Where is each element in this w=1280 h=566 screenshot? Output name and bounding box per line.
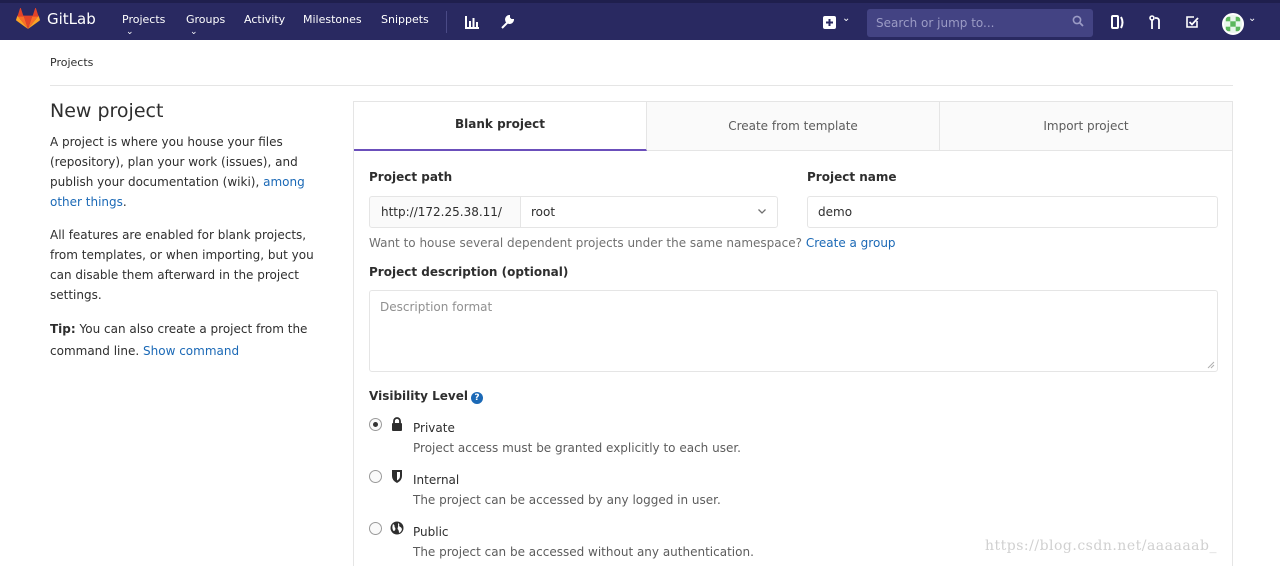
globe-icon: [390, 521, 404, 535]
tip-label: Tip:: [50, 322, 76, 336]
namespace-help-text: Want to house several dependent projects…: [369, 236, 806, 250]
gitlab-fox-icon: [16, 8, 40, 29]
chevron-down-icon: [758, 209, 766, 214]
create-group-link[interactable]: Create a group: [806, 236, 896, 250]
visibility-public-radio[interactable]: [369, 522, 382, 535]
project-path-prefix: http://172.25.38.11/: [369, 196, 521, 228]
chart-icon[interactable]: [465, 16, 479, 29]
visibility-internal-title: Internal: [413, 473, 460, 487]
top-navbar: GitLab Projects ⌄ Groups ⌄ Activity Mile…: [0, 0, 1280, 40]
resize-grip-icon[interactable]: [1207, 361, 1215, 369]
tip-paragraph: Tip: You can also create a project from …: [50, 318, 315, 362]
breadcrumb[interactable]: Projects: [50, 56, 93, 69]
visibility-public-desc: The project can be accessed without any …: [413, 545, 754, 559]
question-circle-icon[interactable]: ?: [470, 392, 483, 404]
identicon-icon: [1225, 16, 1241, 32]
show-command-link[interactable]: Show command: [143, 344, 239, 358]
shield-icon: [392, 470, 402, 483]
nav-snippets[interactable]: Snippets: [381, 13, 429, 26]
project-description-textarea[interactable]: Description format: [369, 290, 1218, 372]
gitlab-wordmark: GitLab: [47, 10, 96, 28]
namespace-select[interactable]: root: [520, 196, 778, 228]
visibility-internal-radio[interactable]: [369, 470, 382, 483]
nav-divider: [446, 11, 447, 33]
merge-request-icon[interactable]: [1149, 15, 1162, 30]
lock-icon: [392, 417, 402, 431]
tab-create-from-template[interactable]: Create from template: [647, 102, 940, 151]
avatar[interactable]: [1222, 13, 1244, 35]
visibility-internal-desc: The project can be accessed by any logge…: [413, 493, 721, 507]
features-paragraph: All features are enabled for blank proje…: [50, 228, 314, 302]
intro-panel: New project A project is where you house…: [50, 100, 315, 375]
tab-import-project[interactable]: Import project: [940, 102, 1232, 151]
visibility-private-desc: Project access must be granted explicitl…: [413, 441, 741, 455]
search-placeholder: Search or jump to...: [876, 16, 995, 30]
namespace-value: root: [531, 205, 556, 219]
project-name-label: Project name: [807, 170, 897, 184]
visibility-public-title: Public: [413, 525, 449, 539]
visibility-level-text: Visibility Level: [369, 389, 468, 403]
plus-square-icon[interactable]: [823, 16, 836, 29]
page-title: New project: [50, 100, 164, 122]
nav-activity[interactable]: Activity: [244, 13, 285, 26]
project-name-input[interactable]: demo: [807, 196, 1218, 228]
search-icon: [1072, 15, 1084, 27]
intro-text: A project is where you house your files …: [50, 135, 298, 189]
search-input[interactable]: Search or jump to...: [867, 9, 1093, 37]
nav-projects[interactable]: Projects: [122, 13, 165, 26]
intro-paragraph: A project is where you house your files …: [50, 132, 315, 212]
chevron-down-icon: ⌄: [1248, 13, 1257, 24]
tab-blank-project[interactable]: Blank project: [354, 102, 647, 151]
visibility-private-title: Private: [413, 421, 455, 435]
namespace-help: Want to house several dependent projects…: [369, 236, 896, 250]
nav-groups[interactable]: Groups: [186, 13, 225, 26]
chevron-down-icon: ⌄: [126, 27, 134, 37]
breadcrumb-divider: [50, 85, 1233, 86]
visibility-level-label: Visibility Level?: [369, 389, 483, 404]
watermark: https://blog.csdn.net/aaaaaab_: [985, 538, 1217, 554]
gitlab-logo[interactable]: GitLab: [16, 8, 96, 30]
description-placeholder: Description format: [380, 300, 493, 314]
visibility-private-radio[interactable]: [369, 418, 382, 431]
issues-icon[interactable]: [1111, 15, 1125, 30]
project-type-tabs: Blank project Create from template Impor…: [353, 101, 1233, 151]
project-description-label: Project description (optional): [369, 265, 569, 279]
todo-icon[interactable]: [1186, 16, 1199, 29]
chevron-down-icon: ⌄: [842, 13, 851, 24]
project-path-label: Project path: [369, 170, 453, 184]
nav-milestones[interactable]: Milestones: [303, 13, 362, 26]
intro-period: .: [122, 195, 127, 209]
wrench-icon[interactable]: [500, 15, 514, 29]
chevron-down-icon: ⌄: [190, 27, 198, 37]
